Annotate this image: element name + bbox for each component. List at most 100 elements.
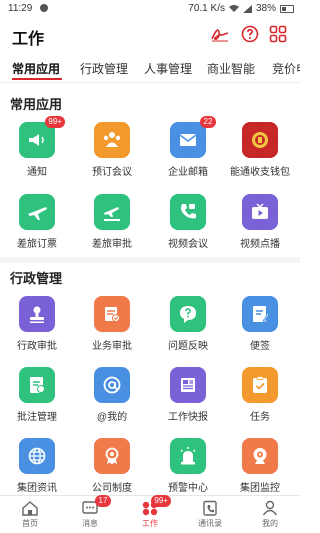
app-label: 差旅审批 [92, 239, 132, 250]
section-title-administration: 行政管理 [10, 271, 63, 286]
app-label: 问题反映 [168, 341, 208, 352]
app-label: 预警中心 [168, 483, 208, 494]
section-divider [0, 257, 300, 263]
app-label: 工作快报 [168, 412, 208, 423]
signature-icon[interactable] [210, 24, 230, 44]
tab-hr-management[interactable]: 人事管理 [144, 60, 192, 77]
app-label: 批注管理 [17, 412, 57, 423]
app-label: 业务审批 [92, 341, 132, 352]
app-sticky-note[interactable]: 便签 [227, 296, 293, 352]
app-annotation-management[interactable]: 批注管理 [4, 367, 70, 423]
app-label: 视频点播 [240, 239, 280, 250]
app-label: 公司制度 [92, 483, 132, 494]
at-icon [103, 376, 121, 394]
wifi-icon [228, 4, 239, 12]
app-video-conference[interactable]: 视频会议 [155, 194, 221, 250]
page-title: 工作 [12, 31, 45, 48]
app-mentions[interactable]: @我的 [79, 367, 145, 423]
wallet-logo-icon [252, 132, 268, 148]
plane-approve-icon [104, 207, 120, 221]
plane-icon [28, 207, 47, 220]
app-business-approval[interactable]: 业务审批 [79, 296, 145, 352]
nav-profile[interactable]: 我的 [240, 500, 300, 529]
medal-icon [105, 447, 119, 465]
tab-administration[interactable]: 行政管理 [80, 60, 128, 77]
notification-dot-icon [40, 4, 48, 12]
mail-badge: 22 [200, 116, 216, 128]
task-icon [253, 376, 267, 393]
active-tab-indicator [12, 78, 62, 80]
question-icon [180, 306, 196, 323]
category-tabs: 常用应用 行政管理 人事管理 商业智能 竞价申 [0, 56, 300, 82]
app-wallet[interactable]: 能通收支钱包 [227, 122, 293, 178]
app-company-policy[interactable]: 公司制度 [79, 438, 145, 494]
phone-video-icon [181, 204, 196, 219]
globe-icon [28, 447, 46, 465]
app-label: @我的 [96, 412, 128, 423]
app-notification[interactable]: 99+ 通知 [4, 116, 70, 178]
signal-icon [242, 4, 252, 13]
work-badge: 99+ [151, 495, 171, 507]
nav-home[interactable]: 首页 [0, 500, 60, 529]
app-header: 工作 [0, 20, 300, 50]
app-label: 集团监控 [240, 483, 280, 494]
status-bar: 11:29 70.1 K/s 38% [0, 0, 300, 18]
tab-common-apps[interactable]: 常用应用 [12, 60, 60, 77]
home-icon [22, 501, 38, 516]
app-label: 视频会议 [168, 239, 208, 250]
help-icon[interactable] [240, 24, 260, 44]
app-group-monitoring[interactable]: 集团监控 [227, 438, 293, 494]
nav-label: 我的 [262, 519, 278, 528]
note-icon [253, 306, 270, 323]
nav-label: 消息 [82, 519, 98, 528]
section-title-common-apps: 常用应用 [10, 97, 63, 112]
contacts-icon [203, 500, 217, 516]
nav-contacts[interactable]: 通讯录 [180, 500, 240, 529]
nav-messages[interactable]: 17 消息 [60, 495, 120, 529]
tab-business-intelligence[interactable]: 商业智能 [207, 60, 255, 77]
annotate-icon [30, 377, 45, 393]
app-label: 企业邮箱 [168, 167, 208, 178]
nav-label: 首页 [22, 519, 38, 528]
nav-work[interactable]: 99+ 工作 [120, 495, 180, 529]
megaphone-icon [29, 134, 44, 146]
app-label: 通知 [27, 167, 47, 178]
tabs-divider [0, 82, 300, 83]
app-grid-icon[interactable] [268, 24, 288, 44]
app-label: 集团资讯 [17, 483, 57, 494]
alarm-icon [180, 447, 196, 465]
app-video-on-demand[interactable]: 视频点播 [227, 194, 293, 250]
tv-play-icon [252, 203, 268, 219]
notification-badge: 99+ [45, 116, 65, 128]
battery-percent: 38% [255, 3, 276, 14]
app-label: 预订会议 [92, 167, 132, 178]
app-label: 便签 [250, 341, 270, 352]
app-label: 行政审批 [17, 341, 57, 352]
app-travel-approval[interactable]: 差旅审批 [79, 194, 145, 250]
app-book-meeting[interactable]: 预订会议 [79, 122, 145, 178]
app-travel-booking[interactable]: 差旅订票 [4, 194, 70, 250]
tab-bidding[interactable]: 竞价申 [272, 60, 300, 77]
app-group-news[interactable]: 集团资讯 [4, 438, 70, 494]
battery-icon [280, 4, 294, 13]
bottom-navigation: 首页 17 消息 99+ 工作 通讯录 我的 [0, 495, 300, 533]
app-work-bulletin[interactable]: 工作快报 [155, 367, 221, 423]
network-speed: 70.1 K/s [188, 3, 225, 14]
app-issue-report[interactable]: 问题反映 [155, 296, 221, 352]
camera-icon [253, 448, 267, 464]
status-time: 11:29 [8, 3, 33, 14]
mail-icon [179, 134, 197, 146]
nav-label: 工作 [142, 519, 158, 528]
app-alert-center[interactable]: 预警中心 [155, 438, 221, 494]
messages-badge: 17 [95, 495, 111, 507]
approve-doc-icon [105, 307, 120, 322]
newspaper-icon [181, 378, 195, 392]
app-admin-approval[interactable]: 行政审批 [4, 296, 70, 352]
stamp-icon [30, 306, 44, 323]
app-label: 任务 [250, 412, 270, 423]
app-label: 能通收支钱包 [230, 167, 290, 178]
app-label: 差旅订票 [17, 239, 57, 250]
app-enterprise-mail[interactable]: 22 企业邮箱 [155, 116, 221, 178]
app-tasks[interactable]: 任务 [227, 367, 293, 423]
profile-icon [262, 500, 278, 516]
